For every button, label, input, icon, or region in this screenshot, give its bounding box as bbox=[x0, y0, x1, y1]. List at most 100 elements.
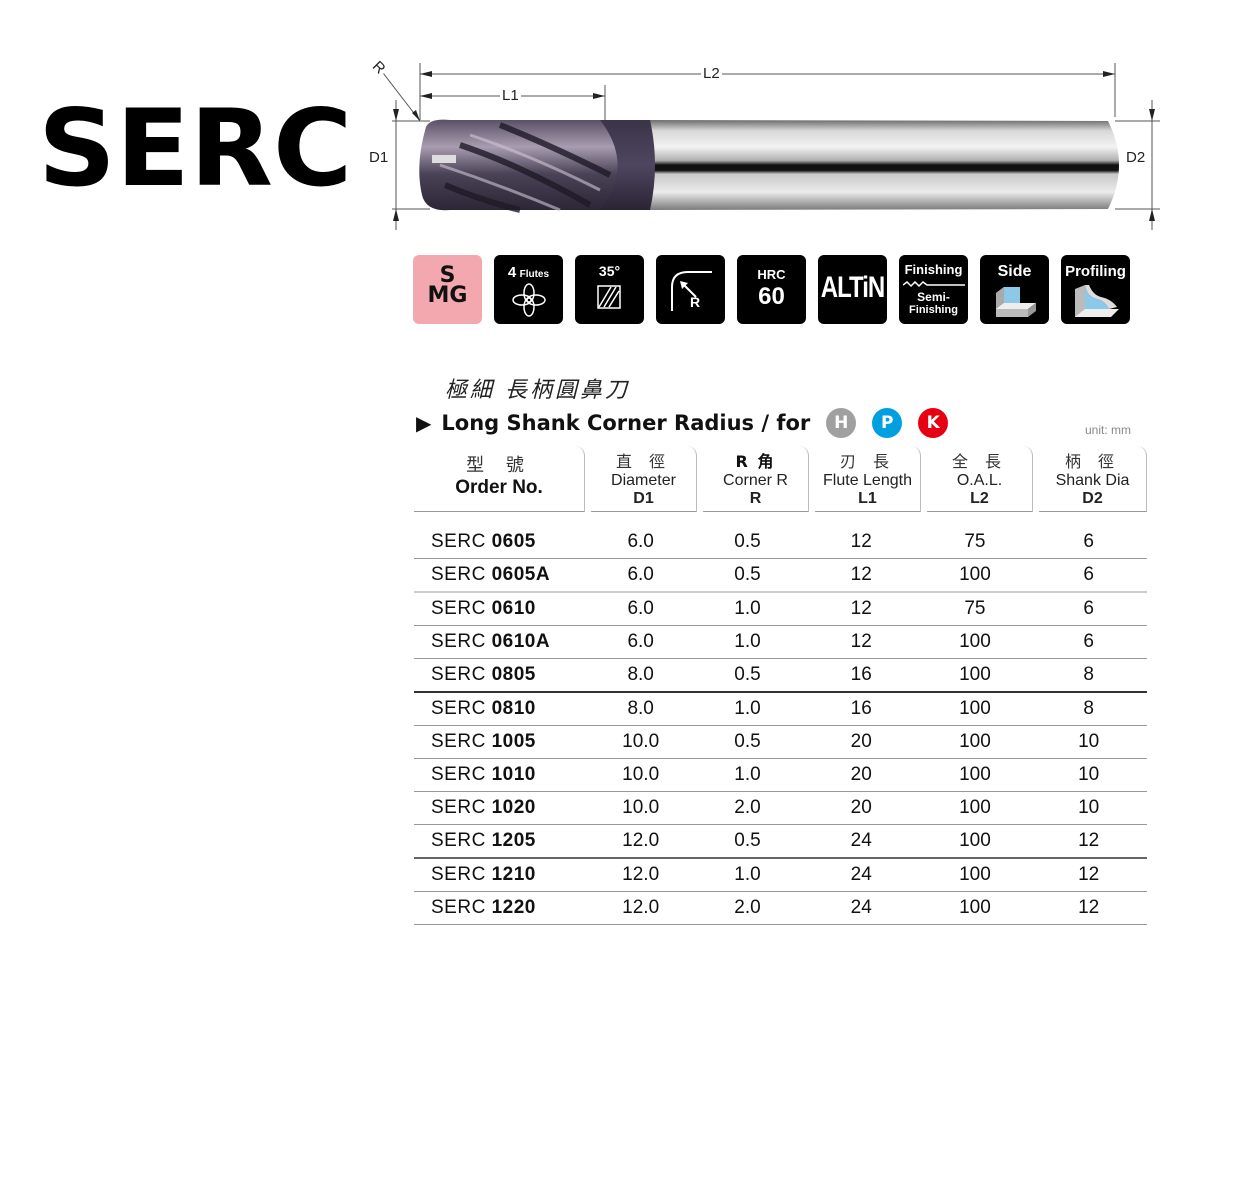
diameter-cell: 8.0 bbox=[627, 698, 654, 719]
oal-cell: 100 bbox=[959, 864, 991, 885]
english-title: Long Shank Corner Radius / for bbox=[441, 411, 811, 435]
order-no-cell: SERC 1210 bbox=[414, 864, 589, 886]
table-row: SERC 1220 12.0 2.0 24 100 12 bbox=[414, 892, 1147, 925]
table-header: 型 號 Order No. 直 徑 Diameter D1 R 角 Corner… bbox=[414, 446, 1147, 512]
table-body: SERC 0605 6.0 0.5 12 75 6 SERC 0605A 6.0 0.5 12 10… bbox=[414, 526, 1147, 925]
order-no-cell: SERC 0810 bbox=[414, 698, 589, 720]
order-prefix: SERC bbox=[431, 764, 486, 785]
column-header-order-no: 型 號 Order No. bbox=[414, 446, 585, 512]
order-no-cell: SERC 0610 bbox=[414, 598, 589, 620]
shank bbox=[640, 120, 1119, 210]
column-header-oal: 全 長 O.A.L. L2 bbox=[927, 446, 1033, 512]
flute-length-cell: 24 bbox=[850, 830, 872, 851]
table-row: SERC 0610A 6.0 1.0 12 100 6 bbox=[414, 626, 1147, 659]
order-prefix: SERC bbox=[431, 664, 486, 685]
table-row: SERC 1005 10.0 0.5 20 100 10 bbox=[414, 726, 1147, 759]
shank-dia-cell: 10 bbox=[1078, 731, 1100, 752]
unit-label: unit: mm bbox=[1085, 423, 1132, 437]
finishing-divider bbox=[903, 281, 965, 288]
corner-r-cell: 0.5 bbox=[734, 731, 761, 752]
diameter-cell: 10.0 bbox=[622, 731, 660, 752]
flute-length-cell: 16 bbox=[850, 664, 872, 685]
corner-r-cell: 0.5 bbox=[734, 564, 761, 585]
order-no-cell: SERC 0610A bbox=[414, 631, 589, 653]
order-prefix: SERC bbox=[431, 698, 486, 719]
order-prefix: SERC bbox=[431, 531, 486, 552]
order-code: 0805 bbox=[491, 664, 536, 685]
oal-cell: 75 bbox=[964, 598, 986, 619]
feature-icons: S MG 4 Flutes 35° R HRC 60 ALTiN Finishi… bbox=[413, 255, 1130, 324]
order-code: 1205 bbox=[491, 830, 536, 851]
hardness-icon: HRC 60 bbox=[737, 255, 806, 324]
table-row: SERC 0605 6.0 0.5 12 75 6 bbox=[414, 526, 1147, 559]
section-heading: ▶ Long Shank Corner Radius / for H P K bbox=[416, 408, 949, 438]
table-row: SERC 0805 8.0 0.5 16 100 8 bbox=[414, 659, 1147, 693]
flute-length-cell: 12 bbox=[850, 598, 872, 619]
shank-dia-cell: 6 bbox=[1083, 631, 1094, 652]
diameter-cell: 12.0 bbox=[622, 864, 660, 885]
column-header-shank-dia: 柄 徑 Shank Dia D2 bbox=[1039, 446, 1147, 512]
material-p-badge: P bbox=[872, 408, 903, 438]
column-header-corner-r: R 角 Corner R R bbox=[703, 446, 809, 512]
diameter-cell: 10.0 bbox=[622, 797, 660, 818]
order-prefix: SERC bbox=[431, 830, 486, 851]
order-prefix: SERC bbox=[431, 598, 486, 619]
corner-radius-icon: R bbox=[656, 255, 725, 324]
order-code: 0610A bbox=[491, 631, 551, 652]
oal-cell: 100 bbox=[959, 897, 991, 918]
d2-label: D2 bbox=[1124, 149, 1148, 166]
order-no-cell: SERC 1205 bbox=[414, 830, 589, 852]
helix-glyph bbox=[597, 285, 621, 309]
material-smg-icon: S MG bbox=[413, 255, 482, 324]
table-row: SERC 1010 10.0 1.0 20 100 10 bbox=[414, 759, 1147, 792]
shank-dia-cell: 10 bbox=[1078, 764, 1100, 785]
order-no-cell: SERC 0605 bbox=[414, 531, 589, 553]
oal-cell: 100 bbox=[959, 698, 991, 719]
flute-length-cell: 24 bbox=[850, 864, 872, 885]
order-prefix: SERC bbox=[431, 797, 486, 818]
table-row: SERC 0610 6.0 1.0 12 75 6 bbox=[414, 593, 1147, 626]
spec-table: 型 號 Order No. 直 徑 Diameter D1 R 角 Corner… bbox=[414, 446, 1147, 925]
order-no-cell: SERC 1020 bbox=[414, 797, 589, 819]
table-row: SERC 1205 12.0 0.5 24 100 12 bbox=[414, 825, 1147, 859]
order-no-cell: SERC 0805 bbox=[414, 664, 589, 686]
oal-cell: 100 bbox=[959, 564, 991, 585]
corner-r-cell: 1.0 bbox=[734, 698, 761, 719]
order-prefix: SERC bbox=[431, 631, 486, 652]
corner-r-cell: 0.5 bbox=[734, 664, 761, 685]
flute-length-cell: 12 bbox=[850, 631, 872, 652]
finishing-icon: Finishing Semi- Finishing bbox=[899, 255, 968, 324]
order-code: 1220 bbox=[491, 897, 536, 918]
triangle-bullet-icon: ▶ bbox=[416, 411, 432, 435]
column-header-flute-length: 刃 長 Flute Length L1 bbox=[815, 446, 921, 512]
shank-dia-cell: 12 bbox=[1078, 830, 1100, 851]
four-flute-glyph bbox=[512, 283, 546, 317]
profiling-glyph bbox=[1075, 285, 1119, 317]
shank-dia-cell: 8 bbox=[1083, 698, 1094, 719]
flute-length-cell: 24 bbox=[850, 897, 872, 918]
coating-icon: ALTiN bbox=[818, 255, 887, 324]
order-code: 0610 bbox=[491, 598, 536, 619]
shank-dia-cell: 12 bbox=[1078, 864, 1100, 885]
corner-r-cell: 1.0 bbox=[734, 598, 761, 619]
order-prefix: SERC bbox=[431, 864, 486, 885]
shank-dia-cell: 6 bbox=[1083, 598, 1094, 619]
end-mill-illustration bbox=[379, 63, 1160, 230]
table-row: SERC 1020 10.0 2.0 20 100 10 bbox=[414, 792, 1147, 825]
shank-dia-cell: 10 bbox=[1078, 797, 1100, 818]
order-no-cell: SERC 1220 bbox=[414, 897, 589, 919]
order-prefix: SERC bbox=[431, 564, 486, 585]
order-prefix: SERC bbox=[431, 731, 486, 752]
side-milling-glyph bbox=[996, 287, 1036, 317]
d1-label: D1 bbox=[367, 149, 391, 166]
flute-length-cell: 12 bbox=[850, 564, 872, 585]
side-milling-icon: Side bbox=[980, 255, 1049, 324]
product-title: SERC bbox=[38, 87, 353, 210]
corner-r-cell: 2.0 bbox=[734, 797, 761, 818]
order-code: 0605 bbox=[491, 531, 536, 552]
flute-length-cell: 20 bbox=[850, 764, 872, 785]
column-header-diameter: 直 徑 Diameter D1 bbox=[591, 446, 697, 512]
diameter-cell: 6.0 bbox=[627, 531, 654, 552]
oal-cell: 100 bbox=[959, 830, 991, 851]
table-row: SERC 0605A 6.0 0.5 12 100 6 bbox=[414, 559, 1147, 593]
